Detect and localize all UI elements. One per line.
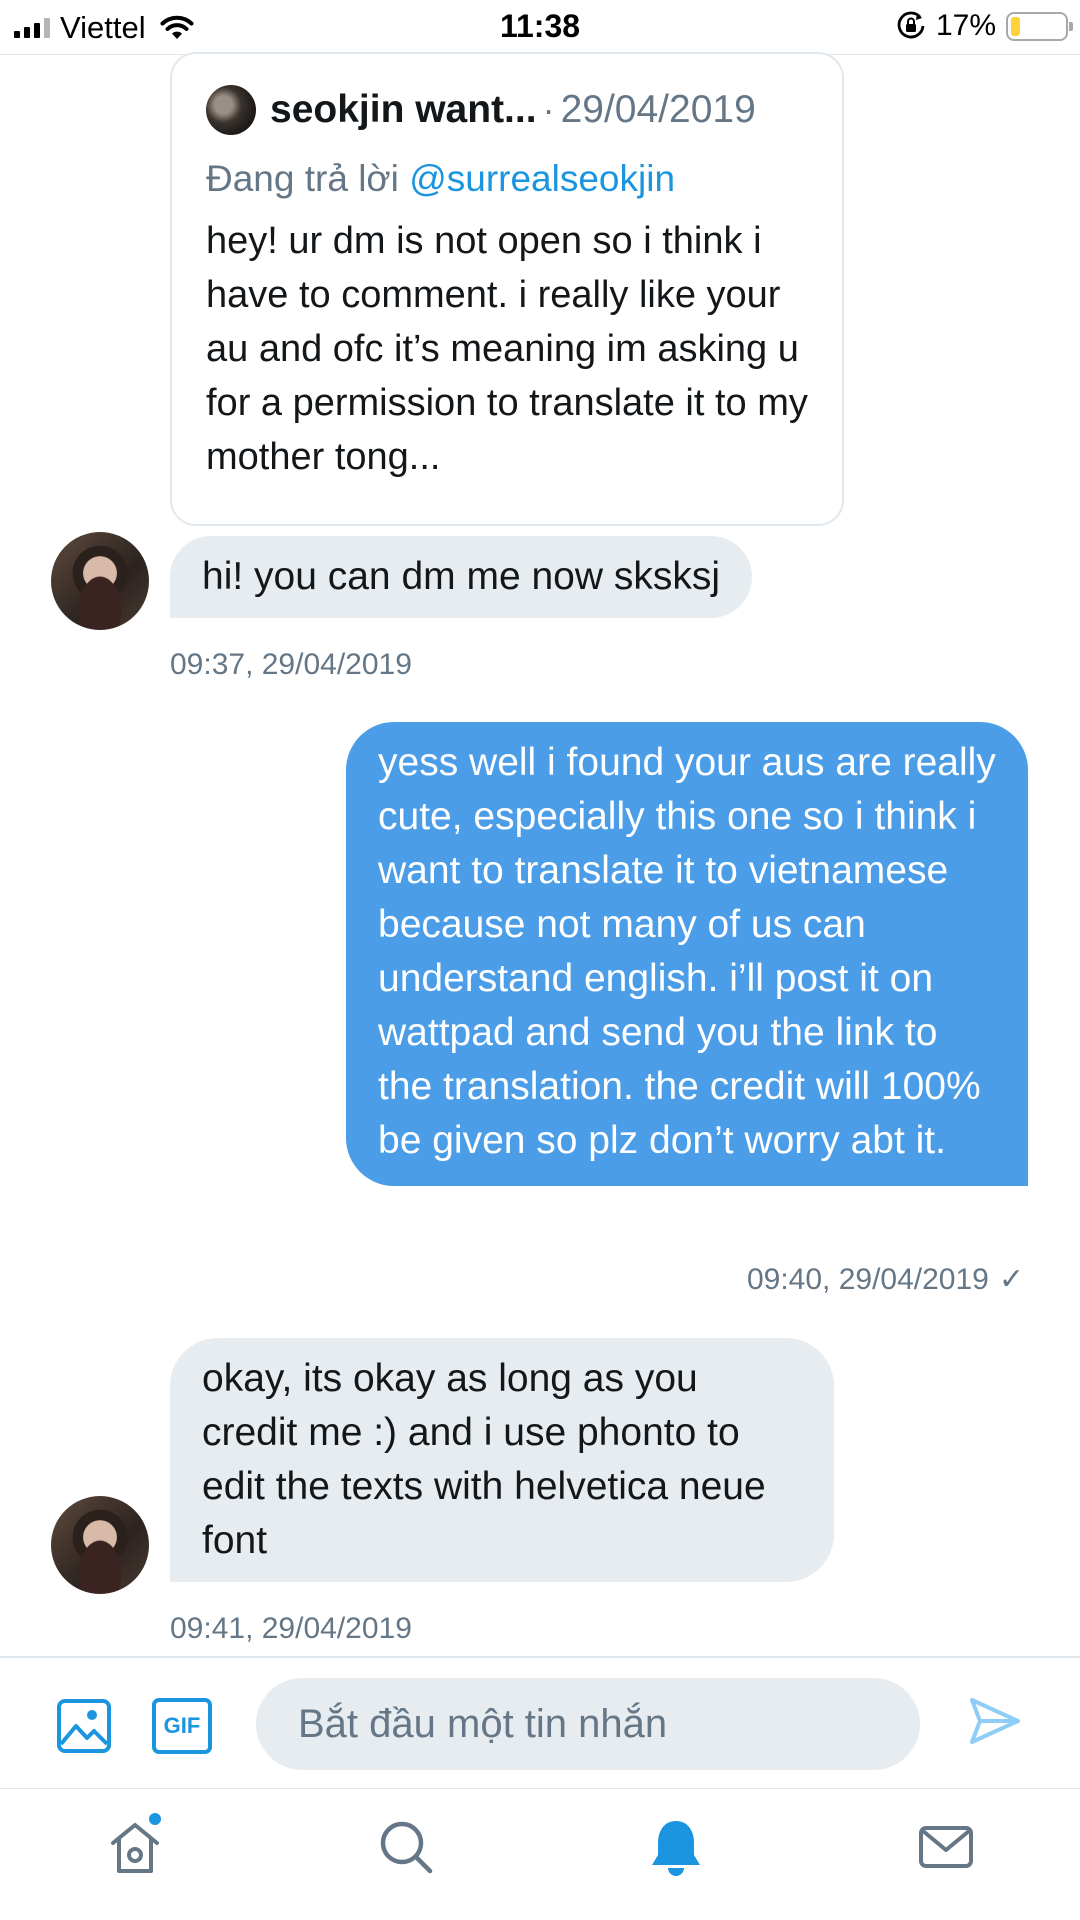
quoted-tweet-card[interactable]: seokjin want... · 29/04/2019 Đang trả lờ… xyxy=(170,52,844,526)
notification-dot xyxy=(147,1811,163,1827)
mail-icon xyxy=(919,1826,973,1868)
bell-icon xyxy=(652,1821,700,1876)
message-timestamp: 09:40, 29/04/2019 ✓ xyxy=(747,1262,1024,1297)
quoted-tweet-author: seokjin want... xyxy=(270,88,537,131)
reply-handle-link[interactable]: @surrealseokjin xyxy=(409,158,675,199)
check-icon: ✓ xyxy=(998,1263,1024,1296)
sender-avatar[interactable] xyxy=(51,1496,149,1594)
timestamp-text: 09:37, 29/04/2019 xyxy=(170,648,412,681)
quoted-tweet-date: 29/04/2019 xyxy=(560,88,756,131)
sender-avatar[interactable] xyxy=(51,532,149,630)
message-composer: GIF xyxy=(0,1658,1080,1788)
message-timestamp: 09:41, 29/04/2019 xyxy=(170,1612,412,1646)
tab-bar xyxy=(0,1789,1080,1920)
reply-context: Đang trả lời @surrealseokjin xyxy=(206,158,808,200)
send-icon[interactable] xyxy=(968,1694,1022,1748)
quoted-tweet-header: seokjin want... · 29/04/2019 xyxy=(206,84,808,136)
orientation-lock-icon xyxy=(897,11,925,39)
reply-prefix: Đang trả lời xyxy=(206,158,399,199)
battery-icon xyxy=(1006,11,1073,41)
gif-button[interactable]: GIF xyxy=(152,1698,212,1754)
status-bar: Viettel 11:38 17% xyxy=(0,0,1080,54)
message-input[interactable] xyxy=(256,1678,920,1770)
timestamp-text: 09:41, 29/04/2019 xyxy=(170,1612,412,1645)
timestamp-text: 09:40, 29/04/2019 xyxy=(746,1263,989,1296)
quoted-tweet-text: hey! ur dm is not open so i think i have… xyxy=(206,220,808,478)
tab-notifications[interactable] xyxy=(646,1817,706,1877)
incoming-message-bubble[interactable]: hi! you can dm me now sksksj xyxy=(170,536,753,618)
separator-dot: · xyxy=(542,89,555,130)
tab-home[interactable] xyxy=(105,1811,165,1877)
battery-percent: 17% xyxy=(935,9,996,42)
outgoing-message-bubble[interactable]: yess well i found your aus are really cu… xyxy=(346,722,1028,1186)
image-icon[interactable] xyxy=(56,1698,112,1754)
tab-search[interactable] xyxy=(376,1817,436,1877)
tab-messages[interactable] xyxy=(916,1817,976,1877)
incoming-message-bubble[interactable]: okay, its okay as long as you credit me … xyxy=(170,1338,834,1582)
quoted-tweet-avatar xyxy=(206,85,256,135)
status-right: 17% xyxy=(896,9,1073,43)
message-timestamp: 09:37, 29/04/2019 xyxy=(170,648,412,682)
search-icon xyxy=(380,1821,433,1874)
battery-level-fill xyxy=(1011,16,1020,36)
